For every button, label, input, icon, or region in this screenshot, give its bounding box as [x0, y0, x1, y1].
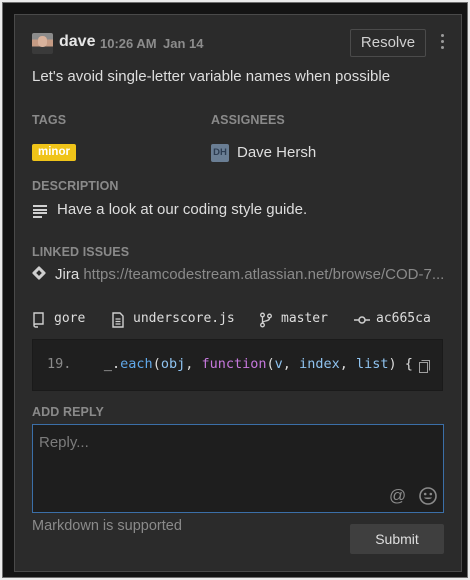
file-name[interactable]: underscore.js [133, 311, 235, 326]
code-token: obj [160, 356, 186, 372]
assignees-label: ASSIGNEES [211, 113, 285, 127]
linked-issues-label: LINKED ISSUES [32, 245, 130, 259]
copy-icon[interactable] [419, 360, 430, 373]
code-token: list [355, 356, 389, 372]
code-token: each [120, 356, 153, 372]
comment-date: Jan 14 [163, 36, 204, 51]
linked-issue-url[interactable]: https://teamcodestream.atlassian.net/bro… [83, 266, 444, 283]
add-reply-label: ADD REPLY [32, 405, 104, 419]
reply-input[interactable]: Reply... [32, 424, 444, 513]
commit-hash[interactable]: ac665ca [376, 311, 431, 326]
code-token: index [299, 356, 340, 372]
repo-icon [33, 312, 44, 328]
code-token: , [185, 356, 202, 372]
reply-placeholder: Reply... [39, 434, 89, 451]
resolve-button[interactable]: Resolve [350, 29, 426, 57]
author-avatar [32, 33, 53, 54]
repo-name: gore [54, 311, 86, 326]
code-token: , [339, 356, 356, 372]
code-token: ( [152, 356, 161, 372]
file-icon [112, 312, 124, 328]
author-name[interactable]: dave [59, 33, 95, 51]
emoji-icon[interactable] [419, 487, 437, 505]
code-token: ) { [388, 356, 413, 372]
mention-icon[interactable]: @ [389, 486, 406, 506]
linked-issue-provider: Jira [55, 266, 80, 283]
code-snippet[interactable]: 19. _.each(obj, function(v, index, list)… [32, 339, 443, 391]
comment-text: Let's avoid single-letter variable names… [32, 68, 391, 85]
submit-button[interactable]: Submit [350, 524, 444, 554]
tag-badge-minor[interactable]: minor [32, 144, 76, 161]
branch-name: master [281, 311, 328, 326]
jira-icon [31, 265, 47, 281]
code-token: v [274, 356, 283, 372]
description-text: Have a look at our coding style guide. [57, 201, 308, 218]
assignee-avatar: DH [211, 144, 229, 162]
branch-icon [260, 312, 272, 328]
code-token: _. [103, 356, 121, 372]
markdown-note: Markdown is supported [32, 518, 182, 534]
more-options-icon[interactable] [439, 34, 445, 52]
commit-icon [354, 316, 370, 324]
code-token: , [282, 356, 300, 372]
codemark-card: dave 10:26 AM Jan 14 Resolve Let's avoid… [14, 14, 462, 572]
description-label: DESCRIPTION [32, 179, 119, 193]
line-number: 19. [47, 356, 72, 372]
window-frame: dave 10:26 AM Jan 14 Resolve Let's avoid… [2, 2, 468, 578]
comment-time: 10:26 AM [100, 36, 157, 51]
assignee-name[interactable]: Dave Hersh [237, 144, 316, 161]
code-line: 19. _.each(obj, function(v, index, list)… [47, 356, 413, 372]
text-lines-icon [33, 205, 47, 218]
code-token: function [201, 356, 267, 372]
linked-issue-link[interactable]: Jira https://teamcodestream.atlassian.ne… [55, 266, 447, 286]
code-token: ( [266, 356, 275, 372]
tags-label: TAGS [32, 113, 67, 127]
